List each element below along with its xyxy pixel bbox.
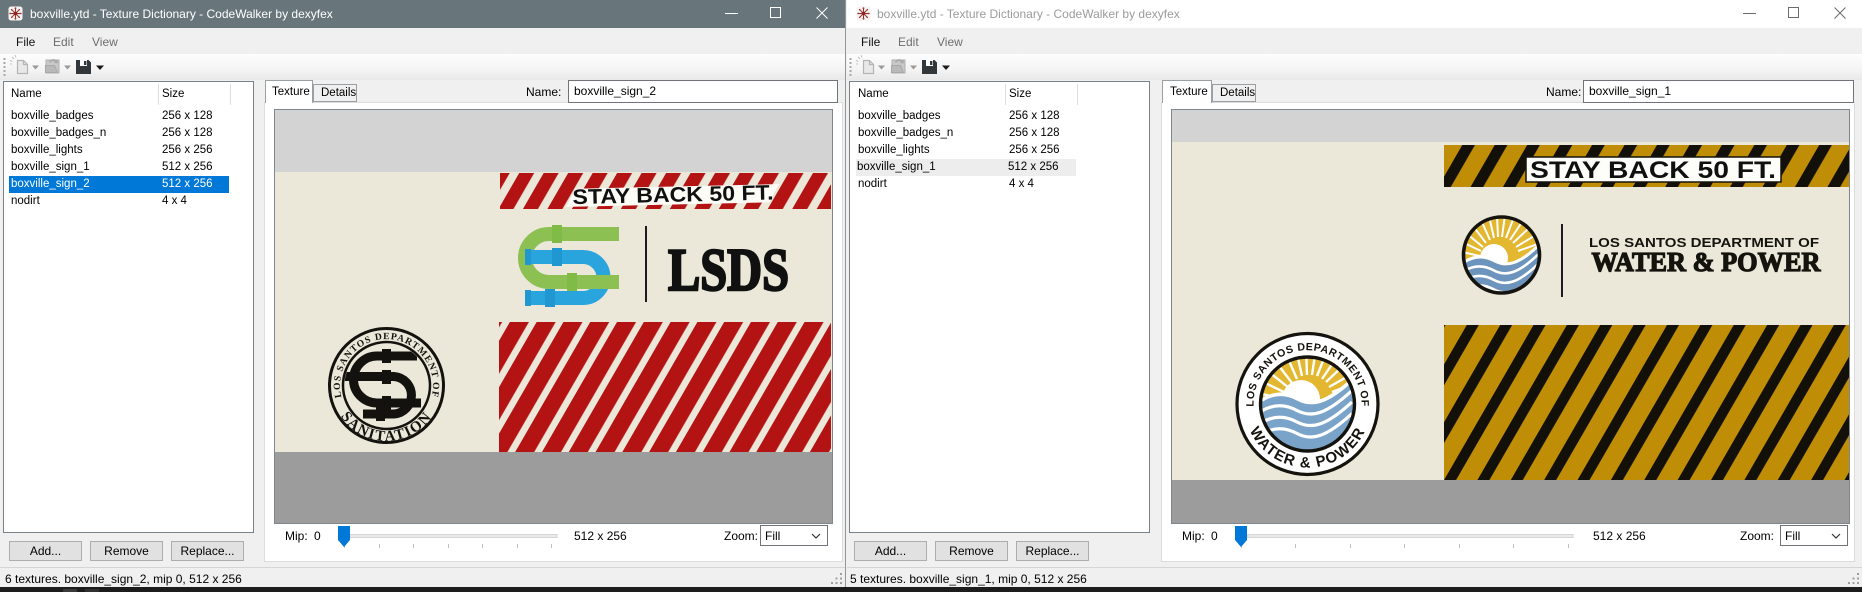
svg-text:WATER & POWER: WATER & POWER <box>1592 247 1821 277</box>
svg-text:LSDS: LSDS <box>668 237 789 303</box>
svg-text:STAY BACK 50 FT.: STAY BACK 50 FT. <box>572 182 773 210</box>
svg-text:STAY BACK 50 FT.: STAY BACK 50 FT. <box>1530 157 1776 184</box>
